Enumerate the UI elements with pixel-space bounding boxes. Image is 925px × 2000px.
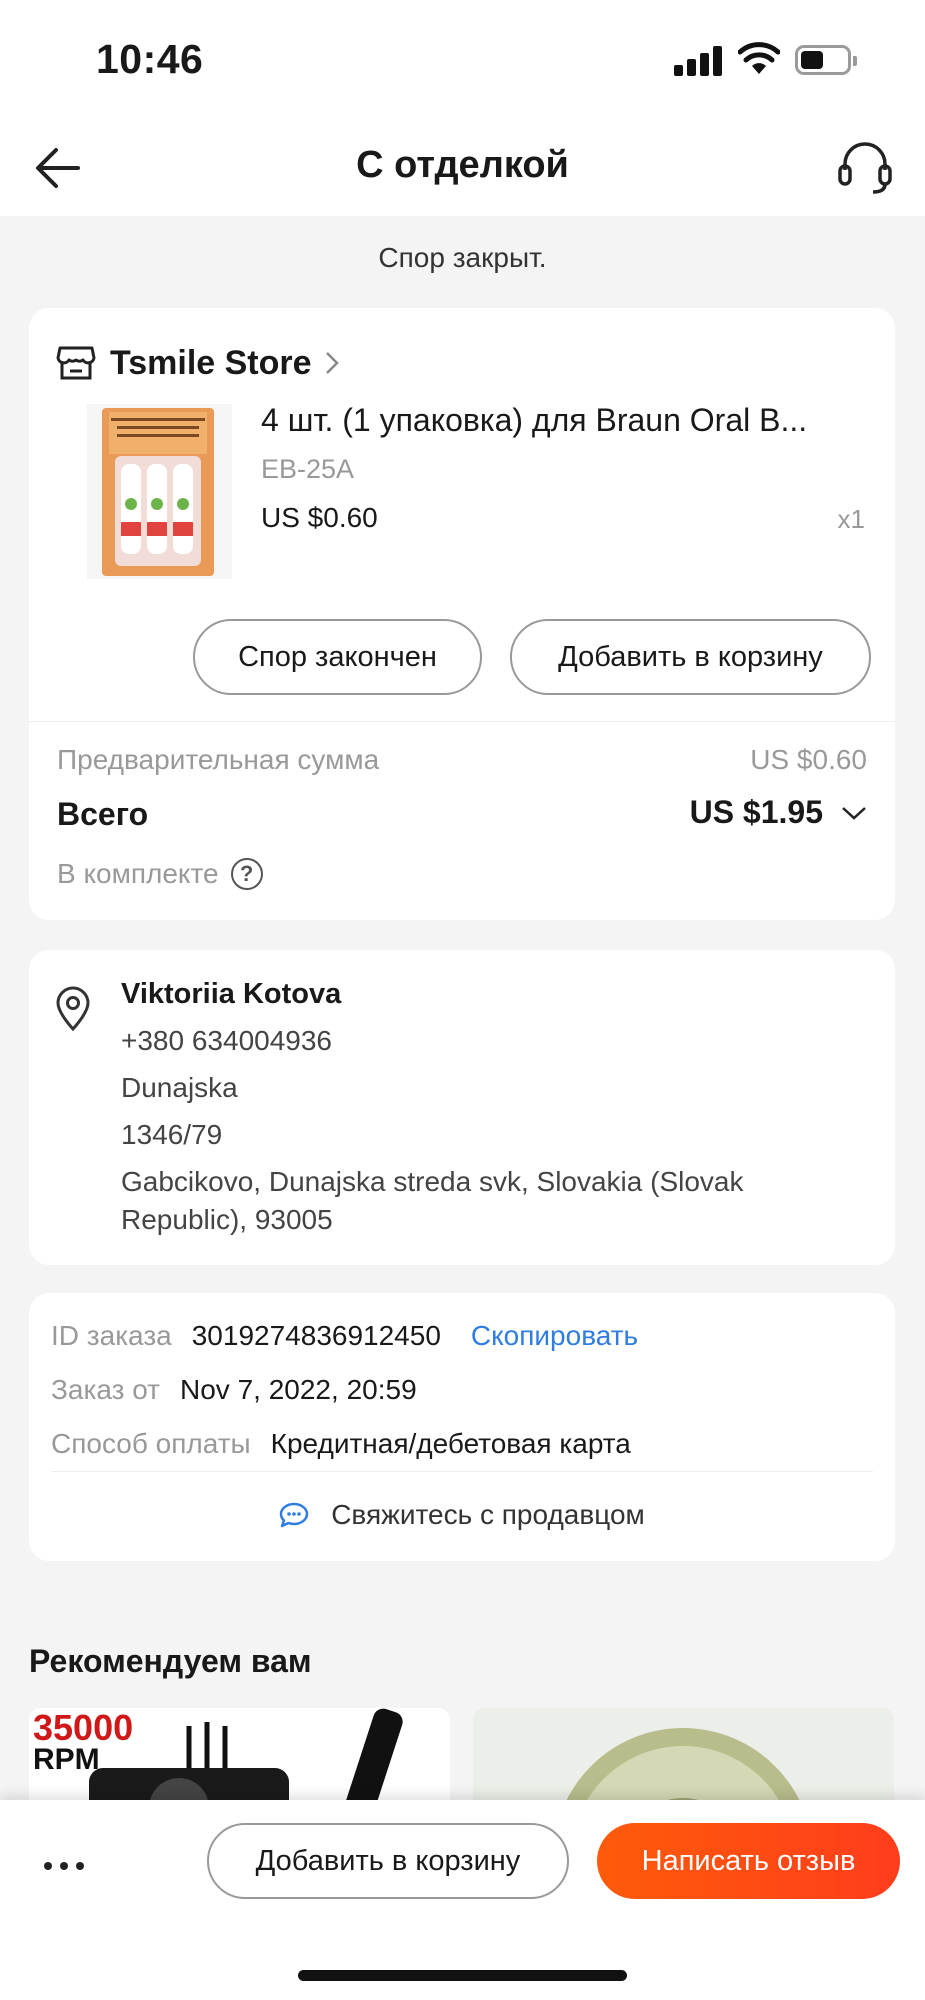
order-id-label: ID заказа: [51, 1320, 172, 1351]
order-date-row: Заказ от Nov 7, 2022, 20:59: [51, 1374, 417, 1406]
chevron-right-icon: [325, 352, 339, 374]
headset-icon: [838, 142, 892, 194]
divider: [51, 1471, 873, 1472]
payment-method-row: Способ оплаты Кредитная/дебетовая карта: [51, 1428, 631, 1460]
order-card: Tsmile Store 4 шт. (1 упаковка) для Brau…: [29, 308, 895, 920]
product-thumbnail: [563, 1728, 803, 1808]
shipping-address-card: Viktoriia Kotova +380 634004936 Dunajska…: [29, 950, 895, 1265]
divider: [29, 721, 895, 722]
product-variant: EB-25A: [261, 454, 355, 484]
recipient-phone: +380 634004936: [121, 1025, 332, 1056]
copy-order-id-link[interactable]: Скопировать: [471, 1320, 638, 1352]
subtotal-value: US $0.60: [750, 744, 867, 775]
store-link[interactable]: Tsmile Store: [56, 338, 340, 388]
location-pin-icon: [56, 986, 90, 1032]
order-info-card: ID заказа 3019274836912450 Скопировать З…: [29, 1293, 895, 1561]
customer-support-button[interactable]: [835, 136, 895, 198]
more-options-button[interactable]: [44, 1856, 94, 1876]
battery-icon: [795, 45, 857, 75]
payment-method-label: Способ оплаты: [51, 1428, 251, 1459]
top-nav-bar: С отделкой: [0, 120, 925, 216]
recommended-product-tile[interactable]: 35000 RPM: [29, 1708, 450, 1808]
more-dot: [44, 1862, 52, 1870]
more-dot: [76, 1862, 84, 1870]
address-street: Dunajska: [121, 1072, 238, 1103]
product-price: US $0.60: [261, 502, 378, 533]
home-indicator: [298, 1970, 627, 1981]
address-house: 1346/79: [121, 1119, 223, 1150]
order-date-value: Nov 7, 2022, 20:59: [180, 1374, 417, 1405]
subtotal-label: Предварительная сумма: [57, 744, 380, 775]
bottom-action-bar: Добавить в корзину Написать отзыв: [0, 1800, 925, 2000]
product-thumbnail: [89, 1708, 403, 1808]
product-quantity: x1: [837, 504, 865, 534]
cellular-signal-icon: [674, 46, 724, 76]
order-date-label: Заказ от: [51, 1374, 161, 1405]
included-label: В комплекте: [57, 858, 219, 889]
dispute-finished-button[interactable]: Спор закончен: [193, 619, 482, 695]
add-to-cart-bottom-button[interactable]: Добавить в корзину: [207, 1823, 569, 1899]
recommendations-title: Рекомендуем вам: [29, 1643, 312, 1679]
contact-seller-button[interactable]: Свяжитесь с продавцом: [29, 1499, 895, 1531]
total-label: Всего: [57, 796, 149, 832]
chevron-down-icon: [842, 806, 866, 820]
dispute-status-text: Спор закрыт.: [378, 242, 547, 273]
more-dot: [60, 1862, 68, 1870]
included-row: В комплекте ?: [57, 858, 263, 890]
write-review-button[interactable]: Написать отзыв: [597, 1823, 900, 1899]
add-to-cart-button[interactable]: Добавить в корзину: [510, 619, 871, 695]
page-title: С отделкой: [356, 144, 569, 186]
wifi-icon: [738, 42, 780, 74]
status-time: 10:46: [96, 36, 204, 82]
recipient-name: Viktoriia Kotova: [121, 978, 342, 1010]
recommended-product-tile[interactable]: [473, 1708, 894, 1808]
payment-method-value: Кредитная/дебетовая карта: [270, 1428, 631, 1459]
order-id-row: ID заказа 3019274836912450 Скопировать: [51, 1320, 638, 1352]
store-icon: [56, 346, 96, 380]
contact-seller-label: Свяжитесь с продавцом: [331, 1499, 645, 1530]
address-city-line1: Gabcikovo, Dunajska streda svk, Slovakia…: [121, 1166, 744, 1197]
address-city-line2: Republic), 93005: [121, 1204, 333, 1235]
help-icon[interactable]: ?: [230, 858, 263, 890]
product-title[interactable]: 4 шт. (1 упаковка) для Braun Oral B...: [261, 402, 861, 439]
status-bar: 10:46: [0, 0, 925, 120]
total-toggle[interactable]: US $1.95: [690, 794, 867, 831]
total-value: US $1.95: [689, 794, 823, 830]
store-name: Tsmile Store: [110, 343, 312, 382]
order-id-value: 3019274836912450: [191, 1320, 441, 1351]
product-image[interactable]: [87, 404, 232, 579]
chat-icon: [279, 1502, 309, 1528]
